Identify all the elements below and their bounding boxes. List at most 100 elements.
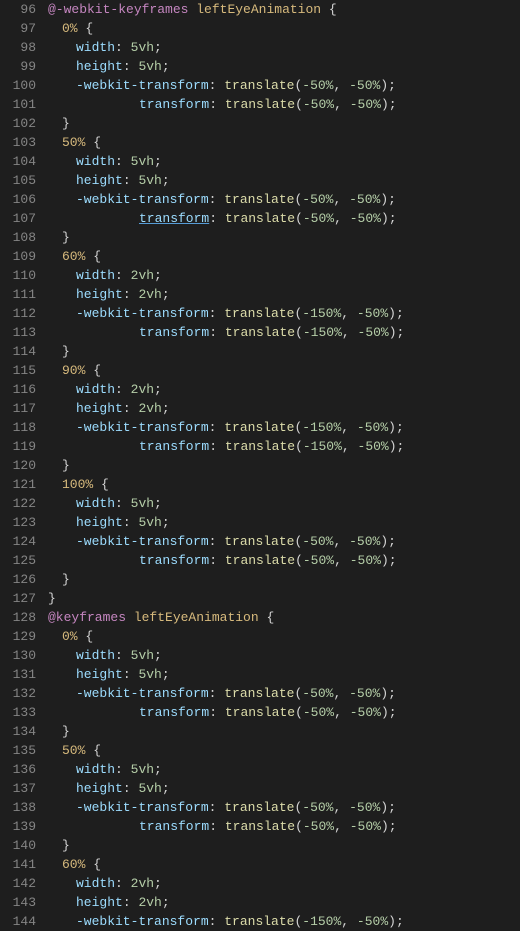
code-line[interactable]: width: 5vh; bbox=[48, 152, 520, 171]
code-line[interactable]: -webkit-transform: translate(-50%, -50%)… bbox=[48, 190, 520, 209]
code-line[interactable]: height: 5vh; bbox=[48, 779, 520, 798]
code-line[interactable]: } bbox=[48, 589, 520, 608]
token: : bbox=[123, 895, 131, 910]
token: -50% bbox=[302, 192, 333, 207]
token: } bbox=[62, 572, 70, 587]
code-line[interactable]: height: 2vh; bbox=[48, 399, 520, 418]
code-line[interactable]: -webkit-transform: translate(-50%, -50%)… bbox=[48, 76, 520, 95]
code-line[interactable]: width: 5vh; bbox=[48, 494, 520, 513]
token: ; bbox=[162, 287, 170, 302]
code-line[interactable]: 60% { bbox=[48, 247, 520, 266]
line-number: 128 bbox=[0, 608, 36, 627]
code-line[interactable]: } bbox=[48, 722, 520, 741]
token: height bbox=[76, 781, 123, 796]
code-line[interactable]: 50% { bbox=[48, 133, 520, 152]
code-line[interactable]: -webkit-transform: translate(-50%, -50%)… bbox=[48, 798, 520, 817]
token: ; bbox=[388, 686, 396, 701]
token: ; bbox=[154, 154, 162, 169]
token bbox=[341, 800, 349, 815]
token: ) bbox=[388, 420, 396, 435]
code-line[interactable]: transform: translate(-150%, -50%); bbox=[48, 323, 520, 342]
code-line[interactable]: 60% { bbox=[48, 855, 520, 874]
code-line[interactable]: width: 2vh; bbox=[48, 266, 520, 285]
token: 5vh bbox=[138, 173, 161, 188]
code-line[interactable]: -webkit-transform: translate(-50%, -50%)… bbox=[48, 684, 520, 703]
code-editor[interactable]: 9697989910010110210310410510610710810911… bbox=[0, 0, 520, 931]
code-line[interactable]: } bbox=[48, 228, 520, 247]
token bbox=[123, 648, 131, 663]
code-line[interactable]: height: 5vh; bbox=[48, 171, 520, 190]
line-number: 117 bbox=[0, 399, 36, 418]
line-number: 102 bbox=[0, 114, 36, 133]
token: width bbox=[76, 268, 115, 283]
code-line[interactable]: transform: translate(-50%, -50%); bbox=[48, 703, 520, 722]
token: translate bbox=[225, 325, 295, 340]
token: translate bbox=[224, 192, 294, 207]
code-line[interactable]: width: 2vh; bbox=[48, 874, 520, 893]
token: -webkit-transform bbox=[76, 686, 209, 701]
token: ; bbox=[154, 762, 162, 777]
code-line[interactable]: height: 5vh; bbox=[48, 513, 520, 532]
line-number: 129 bbox=[0, 627, 36, 646]
code-line[interactable]: height: 2vh; bbox=[48, 893, 520, 912]
token: : bbox=[209, 325, 217, 340]
code-line[interactable]: height: 5vh; bbox=[48, 665, 520, 684]
token: : bbox=[209, 705, 217, 720]
code-line[interactable]: width: 5vh; bbox=[48, 38, 520, 57]
code-content[interactable]: @-webkit-keyframes leftEyeAnimation {0% … bbox=[48, 0, 520, 931]
token: width bbox=[76, 876, 115, 891]
token: 50% bbox=[62, 743, 85, 758]
code-line[interactable]: -webkit-transform: translate(-50%, -50%)… bbox=[48, 532, 520, 551]
code-line[interactable]: 50% { bbox=[48, 741, 520, 760]
token: width bbox=[76, 496, 115, 511]
code-line[interactable]: } bbox=[48, 456, 520, 475]
code-line[interactable]: transform: translate(-50%, -50%); bbox=[48, 209, 520, 228]
token bbox=[341, 78, 349, 93]
code-line[interactable]: height: 2vh; bbox=[48, 285, 520, 304]
token: 5vh bbox=[131, 648, 154, 663]
code-line[interactable]: width: 2vh; bbox=[48, 380, 520, 399]
token: ; bbox=[154, 648, 162, 663]
code-line[interactable]: 0% { bbox=[48, 627, 520, 646]
code-line[interactable]: transform: translate(-150%, -50%); bbox=[48, 437, 520, 456]
code-line[interactable]: } bbox=[48, 114, 520, 133]
code-line[interactable]: } bbox=[48, 342, 520, 361]
token: { bbox=[93, 743, 101, 758]
token bbox=[217, 553, 225, 568]
code-line[interactable]: @keyframes leftEyeAnimation { bbox=[48, 608, 520, 627]
code-line[interactable]: -webkit-transform: translate(-150%, -50%… bbox=[48, 418, 520, 437]
token: -50% bbox=[357, 306, 388, 321]
token: { bbox=[85, 629, 93, 644]
code-line[interactable]: @-webkit-keyframes leftEyeAnimation { bbox=[48, 0, 520, 19]
code-line[interactable]: width: 5vh; bbox=[48, 760, 520, 779]
token: : bbox=[115, 496, 123, 511]
code-line[interactable]: transform: translate(-50%, -50%); bbox=[48, 817, 520, 836]
token: : bbox=[115, 40, 123, 55]
token: ) bbox=[380, 534, 388, 549]
code-line[interactable]: 100% { bbox=[48, 475, 520, 494]
line-number: 118 bbox=[0, 418, 36, 437]
code-line[interactable]: transform: translate(-50%, -50%); bbox=[48, 551, 520, 570]
code-line[interactable]: width: 5vh; bbox=[48, 646, 520, 665]
token: ; bbox=[162, 895, 170, 910]
code-line[interactable]: 0% { bbox=[48, 19, 520, 38]
code-line[interactable]: -webkit-transform: translate(-150%, -50%… bbox=[48, 912, 520, 931]
line-number: 134 bbox=[0, 722, 36, 741]
token: transform bbox=[139, 705, 209, 720]
token: -webkit-transform bbox=[76, 914, 209, 929]
code-line[interactable]: } bbox=[48, 836, 520, 855]
code-line[interactable]: transform: translate(-50%, -50%); bbox=[48, 95, 520, 114]
token: ; bbox=[388, 192, 396, 207]
token: , bbox=[342, 325, 350, 340]
token: ; bbox=[162, 173, 170, 188]
code-line[interactable]: } bbox=[48, 570, 520, 589]
token: translate bbox=[225, 705, 295, 720]
code-line[interactable]: height: 5vh; bbox=[48, 57, 520, 76]
line-number: 136 bbox=[0, 760, 36, 779]
token: ; bbox=[388, 800, 396, 815]
token: -50% bbox=[349, 686, 380, 701]
code-line[interactable]: 90% { bbox=[48, 361, 520, 380]
code-line[interactable]: -webkit-transform: translate(-150%, -50%… bbox=[48, 304, 520, 323]
token: 50% bbox=[62, 135, 85, 150]
token: : bbox=[115, 762, 123, 777]
